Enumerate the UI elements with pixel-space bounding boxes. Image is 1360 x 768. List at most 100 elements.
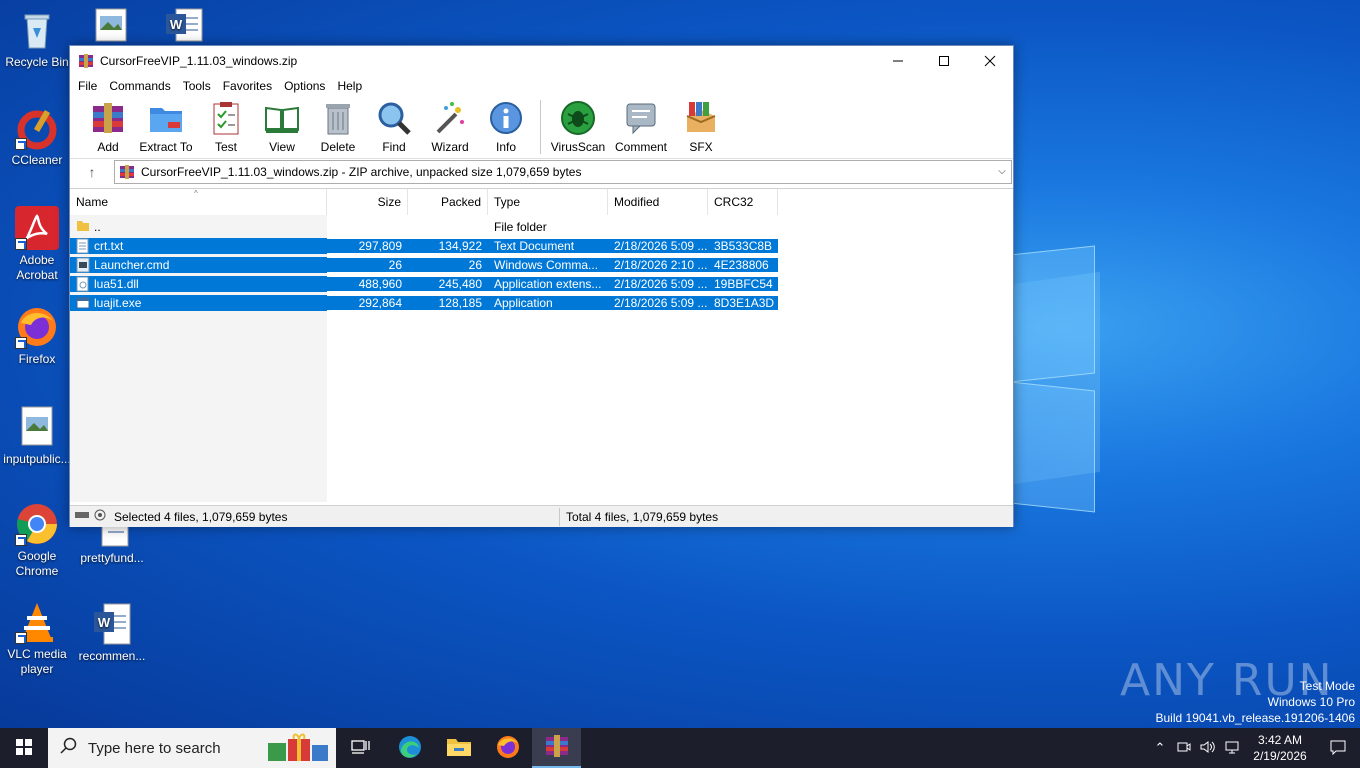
window-title: CursorFreeVIP_1.11.03_windows.zip [100, 54, 298, 68]
file-modified-cell: 2/18/2026 5:09 ... [608, 238, 708, 253]
delete-button[interactable]: Delete [310, 100, 366, 154]
taskbar-search-box[interactable]: Type here to search [48, 728, 336, 768]
menu-favorites[interactable]: Favorites [217, 79, 278, 93]
file-row[interactable]: .. File folder [70, 217, 778, 236]
desktop-icon-label: Adobe Acrobat [16, 253, 58, 282]
file-packed-cell: 245,480 [408, 276, 488, 291]
file-name-text: crt.txt [94, 238, 124, 253]
file-row[interactable]: lua51.dll 488,960 245,480 Application exten… [70, 274, 778, 293]
find-button[interactable]: Find [366, 100, 422, 154]
desktop-icon-image-file[interactable] [76, 8, 148, 45]
column-label: Packed [440, 195, 481, 209]
toolbar-label: SFX [689, 140, 713, 154]
maximize-button[interactable] [921, 46, 967, 76]
column-size[interactable]: Size [327, 189, 408, 215]
winrar-app-icon [78, 53, 94, 69]
desktop-icon-recycle-bin[interactable]: Recycle Bin [1, 8, 73, 70]
view-button[interactable]: View [254, 100, 310, 154]
desktop-icon-label: Google Chrome [15, 549, 59, 578]
task-view-button[interactable] [336, 728, 385, 768]
file-row[interactable]: Launcher.cmd 26 26 Windows Comma... 2/18/202… [70, 255, 778, 274]
file-name-text: lua51.dll [94, 276, 139, 291]
desktop-icon-inputpublic[interactable]: inputpublic... [1, 405, 73, 467]
file-row[interactable]: luajit.exe 292,864 128,185 Application 2/18/… [70, 293, 778, 312]
comment-icon [623, 100, 659, 136]
file-name-cell: luajit.exe [70, 294, 327, 311]
desktop-icon-firefox[interactable]: Firefox [1, 305, 73, 367]
column-name[interactable]: Name ^ [70, 189, 327, 215]
comment-button[interactable]: Comment [609, 100, 673, 154]
taskbar-edge[interactable] [385, 728, 434, 768]
dll-file-icon [76, 276, 90, 292]
menu-help[interactable]: Help [331, 79, 368, 93]
extract-to-button[interactable]: Extract To [134, 100, 198, 154]
task-view-icon [350, 739, 371, 758]
add-button[interactable]: Add [82, 100, 134, 154]
meet-now-icon[interactable] [1172, 740, 1196, 757]
close-button[interactable] [967, 46, 1013, 76]
column-type[interactable]: Type [488, 189, 608, 215]
column-label: Size [377, 195, 401, 209]
column-modified[interactable]: Modified [608, 189, 708, 215]
status-bar: Selected 4 files, 1,079,659 bytes Total … [70, 505, 1013, 527]
menu-commands[interactable]: Commands [103, 79, 176, 93]
file-list[interactable]: Name ^ Size Packed Type Modified CRC32 ..… [70, 188, 1013, 502]
file-modified-cell: 2/18/2026 2:10 ... [608, 257, 708, 272]
view-book-icon [264, 100, 300, 136]
start-button[interactable] [0, 728, 48, 768]
notification-icon[interactable] [1316, 739, 1360, 758]
chevron-down-icon[interactable]: ⌵ [993, 166, 1011, 177]
desktop-icon-label: CCleaner [11, 153, 63, 167]
menu-options[interactable]: Options [278, 79, 331, 93]
add-icon [90, 100, 126, 136]
file-type-cell: File folder [494, 219, 547, 234]
file-crc-cell: 19BBFC54 [708, 276, 778, 291]
test-button[interactable]: Test [198, 100, 254, 154]
desktop-icon-word-doc[interactable]: W [148, 8, 220, 45]
path-dropdown[interactable]: CursorFreeVIP_1.11.03_windows.zip - ZIP … [114, 159, 1012, 184]
extract-folder-icon [148, 100, 184, 136]
desktop-icon-adobe-acrobat[interactable]: Adobe Acrobat [1, 206, 73, 283]
taskbar-firefox[interactable] [483, 728, 532, 768]
info-button[interactable]: Info [478, 100, 534, 154]
toolbar-label: Find [382, 140, 406, 154]
title-bar[interactable]: CursorFreeVIP_1.11.03_windows.zip [70, 46, 1013, 76]
file-packed-cell: 26 [408, 257, 488, 272]
column-crc32[interactable]: CRC32 [708, 189, 778, 215]
file-row[interactable]: crt.txt 297,809 134,922 Text Document 2/18/2… [70, 236, 778, 255]
toolbar-label: Test [214, 140, 237, 154]
taskbar-winrar[interactable] [532, 728, 581, 768]
menu-tools[interactable]: Tools [177, 79, 217, 93]
chevron-up-icon[interactable]: ⌃ [1148, 740, 1172, 756]
minimize-button[interactable] [875, 46, 921, 76]
desktop-icon-vlc[interactable]: VLC media player [1, 600, 73, 677]
volume-icon[interactable] [1196, 740, 1220, 757]
network-icon[interactable] [1220, 740, 1244, 757]
test-mode-line: Test Mode [1299, 679, 1355, 693]
taskbar-clock[interactable]: 3:42 AM 2/19/2026 [1244, 732, 1316, 764]
vlc-icon [15, 600, 59, 644]
wizard-button[interactable]: Wizard [422, 100, 478, 154]
test-mode-line: Build 19041.vb_release.191206-1406 [1155, 711, 1356, 725]
archive-icon [119, 164, 135, 180]
virusscan-button[interactable]: VirusScan [547, 100, 609, 154]
svg-text:W: W [98, 615, 111, 630]
taskbar-file-explorer[interactable] [434, 728, 483, 768]
file-type-cell: Application extens... [488, 276, 608, 291]
text-file-icon [76, 238, 90, 254]
winrar-window[interactable]: CursorFreeVIP_1.11.03_windows.zip File C… [69, 45, 1014, 527]
desktop-icon-recommen[interactable]: W recommen... [76, 602, 148, 664]
desktop-icon-google-chrome[interactable]: Google Chrome [1, 502, 73, 579]
toolbar: Add Extract To Test View Delete Find Wiz… [70, 96, 1013, 158]
test-checklist-icon [208, 100, 244, 136]
up-arrow-icon[interactable]: ↑ [70, 159, 114, 185]
sfx-button[interactable]: SFX [673, 100, 729, 154]
menu-file[interactable]: File [72, 79, 103, 93]
status-total: Total 4 files, 1,079,659 bytes [566, 509, 719, 524]
file-list-header: Name ^ Size Packed Type Modified CRC32 [70, 189, 1013, 215]
column-label: Modified [614, 195, 660, 209]
desktop-icon-ccleaner[interactable]: CCleaner [1, 106, 73, 168]
column-packed[interactable]: Packed [408, 189, 488, 215]
file-name-text: .. [94, 219, 101, 234]
image-file-icon [94, 8, 130, 42]
